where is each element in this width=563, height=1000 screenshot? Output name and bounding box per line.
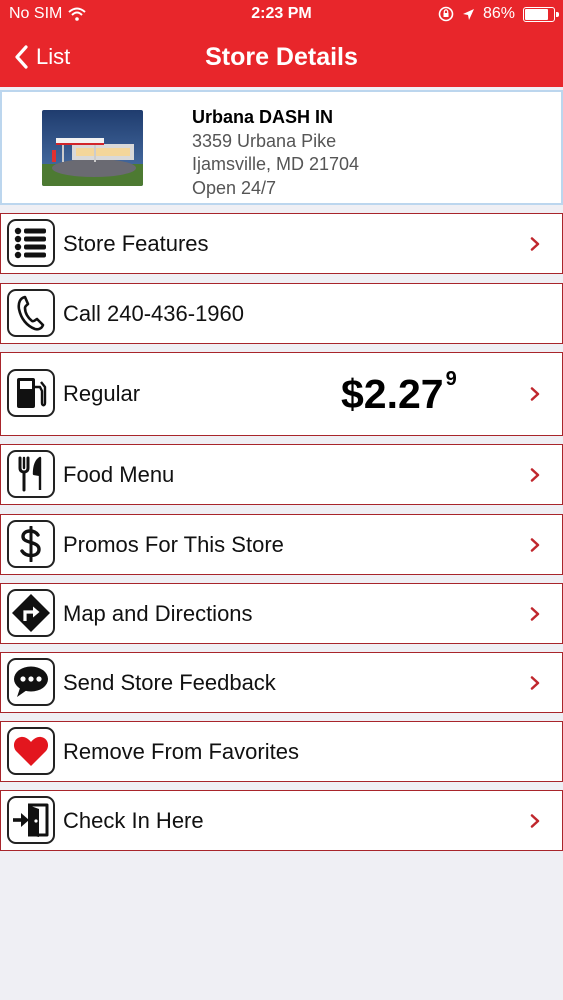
chevron-right-icon	[530, 606, 540, 621]
promos-label: Promos For This Store	[63, 531, 284, 557]
remove-favorites-label: Remove From Favorites	[63, 738, 299, 764]
store-card: Urbana DASH IN 3359 Urbana Pike Ijamsvil…	[0, 90, 563, 205]
chevron-right-icon	[530, 813, 540, 828]
fork-knife-icon	[7, 450, 55, 498]
call-store-row[interactable]: Call 240-436-1960	[0, 283, 563, 344]
store-photo	[42, 110, 143, 186]
store-name: Urbana DASH IN	[192, 107, 334, 127]
battery-percent: 86%	[482, 5, 515, 22]
fuel-price-tenth: 9	[445, 367, 457, 390]
call-label: Call 240-436-1960	[63, 300, 245, 326]
food-menu-row[interactable]: Food Menu	[0, 444, 563, 505]
promos-row[interactable]: Promos For This Store	[0, 514, 563, 575]
battery-icon	[523, 6, 559, 22]
chevron-right-icon	[530, 675, 540, 690]
battery-level	[525, 8, 549, 20]
map-directions-label: Map and Directions	[63, 600, 253, 626]
status-right: 86%	[438, 5, 559, 23]
food-menu-label: Food Menu	[63, 461, 175, 487]
map-directions-row[interactable]: Map and Directions	[0, 583, 563, 644]
directions-icon	[7, 589, 55, 637]
rotation-lock-icon	[438, 6, 454, 22]
store-feedback-row[interactable]: Send Store Feedback	[0, 652, 563, 713]
status-bar: No SIM 2:23 PM 86%	[0, 5, 563, 25]
fuel-grade-label: Regular	[63, 381, 141, 406]
check-in-icon	[7, 796, 55, 844]
fuel-price-value: $2.27	[341, 370, 444, 417]
dollar-icon	[7, 520, 55, 568]
store-address-line1: 3359 Urbana Pike	[192, 130, 337, 151]
app-header: No SIM 2:23 PM 86% List Store Details	[0, 0, 563, 87]
check-in-label: Check In Here	[63, 807, 204, 833]
location-arrow-icon	[462, 8, 474, 20]
fuel-price: $2.27 9	[341, 367, 457, 418]
chat-bubble-icon	[7, 658, 55, 706]
fuel-pump-icon	[7, 369, 55, 417]
page-title: Store Details	[205, 43, 358, 71]
chevron-right-icon	[530, 387, 540, 401]
store-features-label: Store Features	[63, 230, 209, 256]
remove-favorites-row[interactable]: Remove From Favorites	[0, 721, 563, 782]
fuel-price-row[interactable]: Regular $2.27 9	[0, 352, 563, 436]
chevron-right-icon	[530, 236, 540, 251]
chevron-right-icon	[530, 467, 540, 482]
list-icon	[7, 219, 55, 267]
heart-icon	[7, 727, 55, 775]
chevron-right-icon	[530, 537, 540, 552]
store-feedback-label: Send Store Feedback	[63, 669, 276, 695]
check-in-row[interactable]: Check In Here	[0, 790, 563, 851]
store-address-line2: Ijamsville, MD 21704	[192, 154, 360, 174]
store-info: Urbana DASH IN 3359 Urbana Pike Ijamsvil…	[192, 106, 359, 200]
store-features-row[interactable]: Store Features	[0, 213, 563, 274]
store-hours: Open 24/7	[192, 177, 277, 198]
phone-icon	[7, 289, 55, 337]
